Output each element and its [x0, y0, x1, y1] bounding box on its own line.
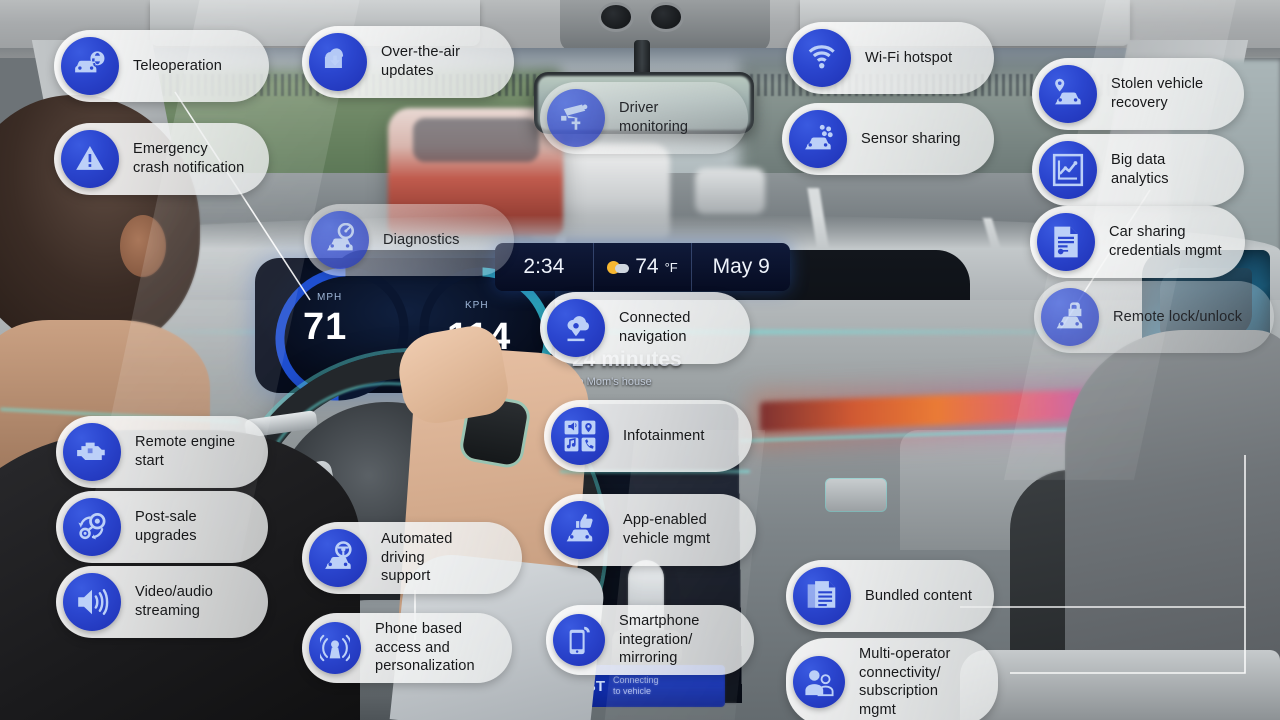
partly-cloudy-icon	[607, 260, 630, 275]
warning-triangle-icon	[61, 130, 119, 188]
feature-pill-label: Driver monitoring	[619, 100, 689, 135]
feature-pill-label: Connected navigation	[619, 310, 691, 345]
car-location-pin-icon	[1039, 65, 1097, 123]
feature-pill-label: Remote lock/unlock	[1113, 308, 1243, 325]
speaker-icon	[63, 573, 121, 631]
connected-car-infographic: MPH 71 KPH 114 2:34 74°F May 9 24 minute…	[0, 0, 1280, 720]
feature-pill-diagnostics[interactable]: Diagnostics	[304, 204, 514, 276]
cloud-pin-icon	[547, 299, 605, 357]
upgrade-cycle-icon	[63, 498, 121, 556]
feature-pill-label: Diagnostics	[383, 231, 460, 248]
engine-icon	[63, 423, 121, 481]
feature-pill-driver-monitoring[interactable]: Driver monitoring	[540, 82, 748, 154]
feature-pill-label: Over-the-air updates	[381, 44, 461, 79]
feature-pill-label: Car sharing credentials mgmt	[1109, 224, 1222, 259]
feature-pill-remote-lock[interactable]: Remote lock/unlock	[1034, 281, 1274, 353]
feature-pill-ota-updates[interactable]: Over-the-air updates	[302, 26, 514, 98]
chart-frame-icon	[1039, 141, 1097, 199]
documents-stack-icon	[793, 567, 851, 625]
car-network-icon	[61, 37, 119, 95]
cloud-download-icon	[309, 33, 367, 91]
car-steering-icon	[309, 529, 367, 587]
feature-pill-label: Teleoperation	[133, 57, 222, 74]
hud-weather: 74 °F	[594, 243, 693, 291]
feature-pill-app-enabled[interactable]: App-enabled vehicle mgmt	[544, 494, 756, 566]
feature-pill-teleoperation[interactable]: Teleoperation	[54, 30, 269, 102]
driver-ear	[120, 215, 166, 277]
dome-light-right	[648, 2, 684, 32]
feature-pill-phone-access[interactable]: Phone based access and personalization	[302, 613, 512, 683]
feature-pill-label: Stolen vehicle recovery	[1111, 76, 1204, 111]
feature-pill-post-sale[interactable]: Post-sale upgrades	[56, 491, 268, 563]
keyhole-waves-icon	[309, 621, 361, 674]
feature-pill-automated-driving[interactable]: Automated driving support	[302, 522, 522, 594]
feature-pill-label: Video/audio streaming	[135, 584, 213, 619]
feature-pill-label: Emergency crash notification	[133, 141, 245, 176]
feature-pill-car-sharing[interactable]: Car sharing credentials mgmt	[1030, 206, 1245, 278]
feature-pill-stolen-vehicle[interactable]: Stolen vehicle recovery	[1032, 58, 1244, 130]
mph-value: 71	[303, 306, 348, 348]
feature-pill-big-data[interactable]: Big data analytics	[1032, 134, 1244, 206]
feature-pill-label: Infotainment	[623, 427, 705, 444]
feature-pill-wifi-hotspot[interactable]: Wi-Fi hotspot	[786, 22, 994, 94]
feature-pill-label: Phone based access and personalization	[375, 621, 475, 675]
car-lock-icon	[1041, 288, 1099, 346]
hud-temperature: 74	[635, 255, 659, 278]
credentials-doc-icon	[1037, 213, 1095, 271]
feature-pill-video-audio[interactable]: Video/audio streaming	[56, 566, 268, 638]
two-people-icon	[793, 656, 845, 709]
glovebox-handle	[825, 478, 887, 512]
feature-pill-sensor-sharing[interactable]: Sensor sharing	[782, 103, 994, 175]
feature-pill-label: Wi-Fi hotspot	[865, 49, 953, 66]
kph-unit-label: KPH	[465, 300, 489, 311]
mph-unit-label: MPH	[317, 292, 343, 303]
dome-light-left	[598, 2, 634, 32]
feature-pill-remote-engine[interactable]: Remote engine start	[56, 416, 268, 488]
feature-pill-label: Sensor sharing	[861, 130, 961, 147]
feature-pill-infotainment[interactable]: Infotainment	[544, 400, 752, 472]
security-camera-icon	[547, 89, 605, 147]
bluetooth-status-text: Connecting to vehicle	[613, 674, 659, 696]
hud-date: May 9	[712, 255, 770, 278]
car-thumbsup-icon	[551, 501, 609, 559]
infotainment-grid-icon	[551, 407, 609, 465]
smartphone-icon	[553, 613, 605, 666]
wifi-icon	[793, 29, 851, 87]
feature-pill-label: Multi-operator connectivity/ subscriptio…	[859, 646, 951, 718]
car-sensors-icon	[789, 110, 847, 168]
feature-pill-smartphone[interactable]: Smartphone integration/ mirroring	[546, 605, 754, 675]
dashboard-info-strip: 2:34 74 °F May 9	[495, 243, 790, 291]
passenger-seat-cushion	[960, 650, 1280, 720]
feature-pill-bundled-content[interactable]: Bundled content	[786, 560, 994, 632]
feature-pill-label: Post-sale upgrades	[135, 509, 197, 544]
feature-pill-connected-nav[interactable]: Connected navigation	[540, 292, 750, 364]
distant-car	[695, 168, 765, 214]
feature-pill-label: App-enabled vehicle mgmt	[623, 512, 711, 547]
feature-pill-label: Big data analytics	[1111, 152, 1169, 187]
feature-pill-label: Remote engine start	[135, 434, 236, 469]
feature-pill-label: Smartphone integration/ mirroring	[619, 613, 700, 667]
feature-pill-multi-operator[interactable]: Multi-operator connectivity/ subscriptio…	[786, 638, 998, 720]
feature-pill-label: Bundled content	[865, 587, 972, 604]
car-gauge-icon	[311, 211, 369, 269]
feature-pill-label: Automated driving support	[381, 531, 453, 585]
hud-temperature-unit: °F	[664, 259, 678, 275]
feature-pill-emergency-crash[interactable]: Emergency crash notification	[54, 123, 269, 195]
